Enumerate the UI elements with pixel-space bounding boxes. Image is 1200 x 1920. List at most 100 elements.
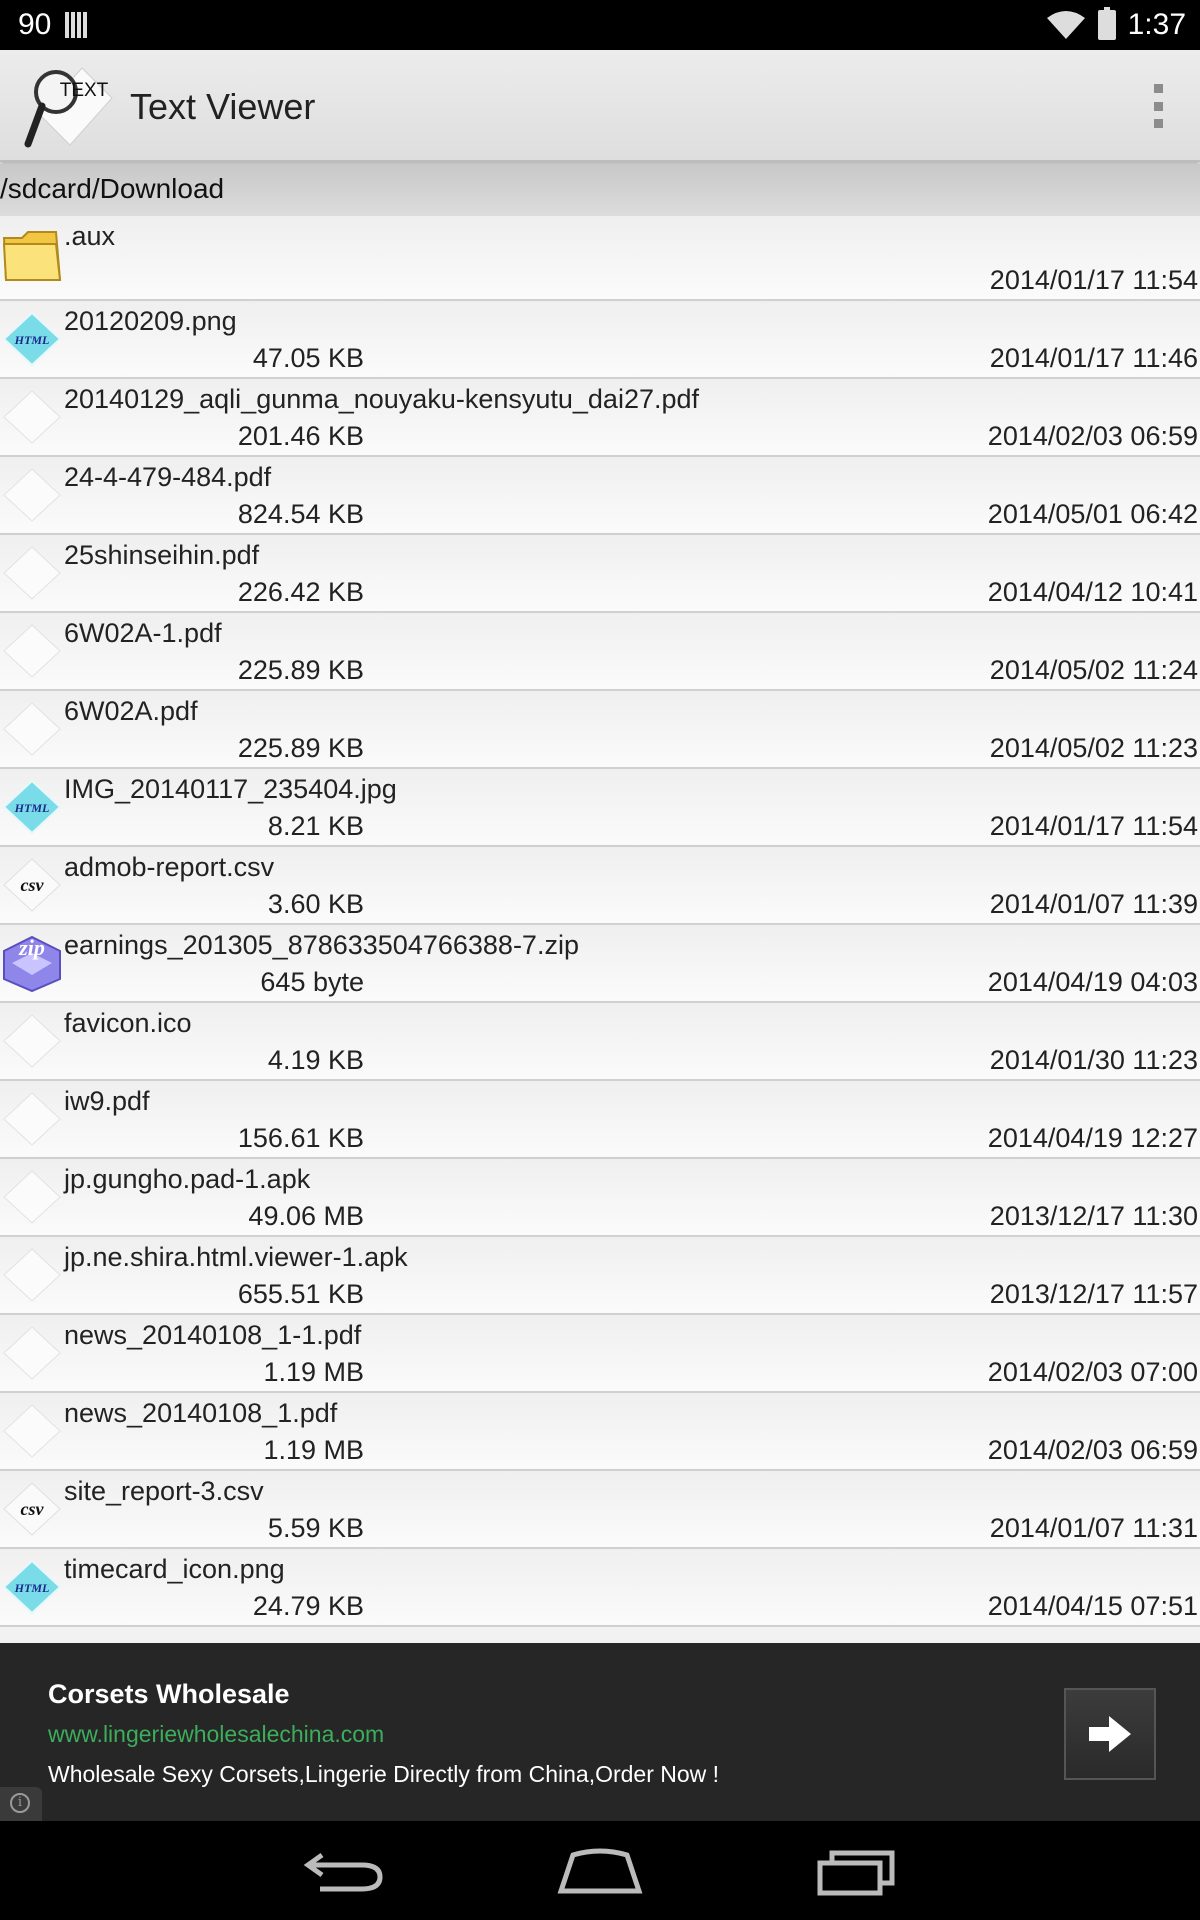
file-row[interactable]: csv admob-report.csv 3.60 KB 2014/01/07 11:…: [0, 847, 1200, 925]
file-size: 225.89 KB: [237, 733, 364, 763]
file-size: 24.79 KB: [252, 1591, 364, 1621]
home-button-icon[interactable]: [555, 1843, 645, 1899]
file-row[interactable]: iw9.pdf 156.61 KB 2014/04/19 12:27: [0, 1081, 1200, 1159]
file-name: news_20140108_1.pdf: [64, 1398, 338, 1428]
arrow-right-icon: [1089, 1716, 1131, 1752]
blank-file-icon: [2, 387, 62, 447]
zip-icon: zip: [2, 933, 62, 993]
blank-file-icon: [2, 1401, 62, 1461]
svg-text:HTML: HTML: [14, 333, 50, 347]
file-size: 5.59 KB: [267, 1513, 364, 1543]
file-row[interactable]: 24-4-479-484.pdf 824.54 KB 2014/05/01 06:4…: [0, 457, 1200, 535]
blank-file-icon: [2, 465, 62, 525]
blank-file-icon: [2, 621, 62, 681]
blank-file-icon: [2, 1011, 62, 1071]
file-date: 2014/04/19 04:03: [987, 967, 1198, 997]
file-size: 201.46 KB: [237, 421, 364, 451]
file-row[interactable]: news_20140108_1-1.pdf 1.19 MB 2014/02/03 0…: [0, 1315, 1200, 1393]
file-size: 226.42 KB: [237, 577, 364, 607]
app-logo-text: TEXT: [60, 80, 109, 101]
battery-charging-icon: [1097, 7, 1116, 40]
file-size: 156.61 KB: [237, 1123, 364, 1153]
file-name: 6W02A-1.pdf: [64, 618, 222, 648]
ad-url[interactable]: www.lingeriewholesalechina.com: [48, 1721, 384, 1748]
file-date: 2014/02/03 07:00: [987, 1357, 1198, 1387]
file-row[interactable]: zip earnings_201305_878633504766388-7.zip…: [0, 925, 1200, 1003]
file-date: 2014/04/15 07:51: [987, 1591, 1198, 1621]
file-size: 1.19 MB: [263, 1435, 364, 1465]
blank-file-icon: [2, 1089, 62, 1149]
file-row[interactable]: 20140129_aqli_gunma_nouyaku-kensyutu_dai…: [0, 379, 1200, 457]
ad-go-button[interactable]: [1064, 1688, 1156, 1780]
file-size: 645 byte: [260, 967, 364, 997]
file-row[interactable]: HTML IMG_20140117_235404.jpg 8.21 KB 2014/0…: [0, 769, 1200, 847]
file-name: timecard_icon.png: [64, 1554, 285, 1584]
file-row[interactable]: .aux 2014/01/17 11:54: [0, 216, 1200, 301]
file-size: 824.54 KB: [237, 499, 364, 529]
file-name: 20120209.png: [64, 306, 237, 336]
ad-info-button[interactable]: i: [0, 1787, 42, 1821]
action-bar: TEXT Text Viewer: [0, 50, 1200, 162]
file-date: 2014/01/07 11:31: [989, 1513, 1198, 1543]
status-notifications: 90: [18, 8, 88, 42]
html-icon: HTML: [2, 1557, 62, 1617]
file-name: 6W02A.pdf: [64, 696, 198, 726]
recent-apps-button-icon[interactable]: [812, 1843, 902, 1899]
file-size: 3.60 KB: [267, 889, 364, 919]
file-date: 2014/02/03 06:59: [987, 1435, 1198, 1465]
file-list[interactable]: .aux 2014/01/17 11:54 HTML 20120209.png 47.0…: [0, 216, 1200, 1643]
current-path: /sdcard/Download: [0, 164, 1200, 216]
file-size: 4.19 KB: [267, 1045, 364, 1075]
file-row[interactable]: jp.gungho.pad-1.apk 49.06 MB 2013/12/17 11…: [0, 1159, 1200, 1237]
file-name: 25shinseihin.pdf: [64, 540, 260, 570]
svg-text:HTML: HTML: [14, 801, 50, 815]
file-name: site_report-3.csv: [64, 1476, 264, 1506]
file-row[interactable]: jp.ne.shira.html.viewer-1.apk 655.51 KB 20…: [0, 1237, 1200, 1315]
file-row[interactable]: HTML timecard_icon.png 24.79 KB 2014/04/15 …: [0, 1549, 1200, 1627]
file-name: admob-report.csv: [64, 852, 275, 882]
back-button-icon[interactable]: [300, 1843, 390, 1899]
file-name: 20140129_aqli_gunma_nouyaku-kensyutu_dai…: [64, 384, 700, 414]
file-size: 1.19 MB: [263, 1357, 364, 1387]
folder-icon: [2, 224, 62, 284]
file-size: 49.06 MB: [248, 1201, 364, 1231]
ad-banner[interactable]: Corsets Wholesale www.lingeriewholesalec…: [0, 1643, 1200, 1821]
notification-count: 90: [18, 8, 52, 41]
file-name: news_20140108_1-1.pdf: [64, 1320, 362, 1350]
file-date: 2014/01/07 11:39: [989, 889, 1198, 919]
file-name: IMG_20140117_235404.jpg: [64, 774, 397, 804]
file-row[interactable]: news_20140108_1.pdf 1.19 MB 2014/02/03 06:…: [0, 1393, 1200, 1471]
file-row[interactable]: 25shinseihin.pdf 226.42 KB 2014/04/12 10:4…: [0, 535, 1200, 613]
file-row[interactable]: csv site_report-3.csv 5.59 KB 2014/01/07 11…: [0, 1471, 1200, 1549]
svg-text:csv: csv: [21, 875, 45, 895]
html-icon: HTML: [2, 777, 62, 837]
file-date: 2014/05/02 11:24: [989, 655, 1198, 685]
blank-file-icon: [2, 1167, 62, 1227]
file-name: earnings_201305_878633504766388-7.zip: [64, 930, 579, 960]
file-date: 2014/04/12 10:41: [987, 577, 1198, 607]
navigation-bar: [0, 1821, 1200, 1920]
ad-title[interactable]: Corsets Wholesale: [48, 1679, 290, 1710]
file-name: .aux: [64, 221, 116, 251]
info-icon: i: [10, 1793, 30, 1813]
file-date: 2014/05/01 06:42: [987, 499, 1198, 529]
app-title: Text Viewer: [130, 86, 316, 127]
csv-icon: csv: [2, 855, 62, 915]
file-row[interactable]: 6W02A.pdf 225.89 KB 2014/05/02 11:23: [0, 691, 1200, 769]
clock: 1:37: [1127, 8, 1186, 41]
overflow-menu-icon[interactable]: [1152, 84, 1164, 128]
file-size: 8.21 KB: [267, 811, 364, 841]
file-date: 2013/12/17 11:30: [989, 1201, 1198, 1231]
file-row[interactable]: favicon.ico 4.19 KB 2014/01/30 11:23: [0, 1003, 1200, 1081]
file-row[interactable]: HTML 20120209.png 47.05 KB 2014/01/17 11:46: [0, 301, 1200, 379]
file-date: 2014/05/02 11:23: [989, 733, 1198, 763]
app-logo-magnifier-icon[interactable]: TEXT: [22, 60, 114, 152]
file-size: 47.05 KB: [252, 343, 364, 373]
svg-text:csv: csv: [21, 1499, 45, 1519]
file-date: 2013/12/17 11:57: [989, 1279, 1198, 1309]
ad-description: Wholesale Sexy Corsets,Lingerie Directly…: [48, 1761, 720, 1787]
file-date: 2014/01/30 11:23: [989, 1045, 1198, 1075]
file-row[interactable]: 6W02A-1.pdf 225.89 KB 2014/05/02 11:24: [0, 613, 1200, 691]
file-date: 2014/02/03 06:59: [987, 421, 1198, 451]
file-size: 225.89 KB: [237, 655, 364, 685]
